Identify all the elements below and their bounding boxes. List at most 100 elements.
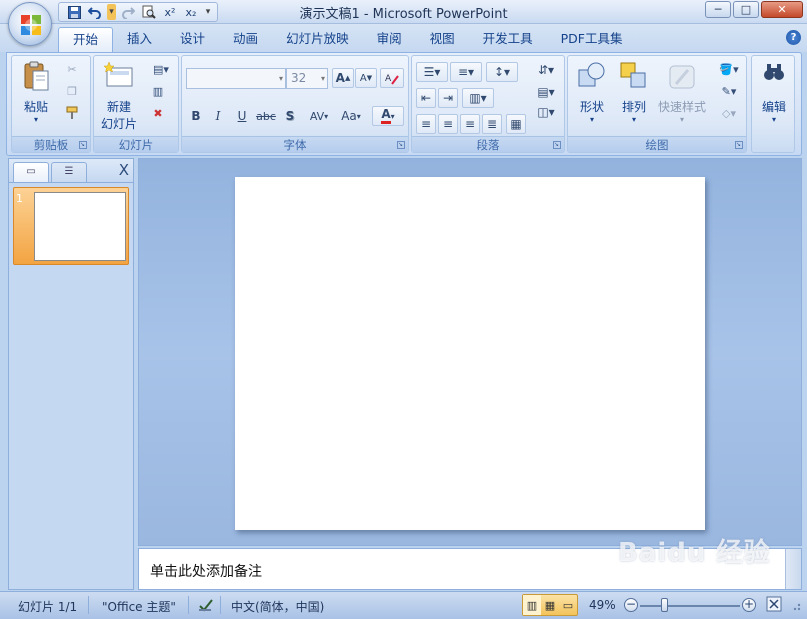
paragraph-launcher-icon[interactable]: ↘: [553, 141, 561, 149]
font-size-combo[interactable]: 32 ▾: [286, 68, 328, 89]
underline-button[interactable]: U: [232, 106, 252, 126]
grow-font-button[interactable]: A ▲: [332, 68, 354, 88]
new-slide-label-2: 幻灯片: [100, 117, 137, 131]
customize-qat-button[interactable]: ▾: [203, 4, 213, 20]
find-binoculars-icon: [764, 64, 784, 80]
tab-pdf-tools[interactable]: PDF工具集: [547, 27, 637, 52]
shapes-button[interactable]: 形状 ▾: [572, 60, 612, 124]
reset-slide-icon[interactable]: ▥: [148, 82, 168, 100]
help-icon[interactable]: ?: [786, 30, 801, 45]
tab-slideshow[interactable]: 幻灯片放映: [272, 27, 363, 52]
distribute-icon[interactable]: ▦: [506, 114, 526, 134]
notes-scrollbar[interactable]: [785, 549, 801, 589]
zoom-out-button[interactable]: −: [624, 598, 638, 612]
font-color-button[interactable]: A ▾: [372, 106, 404, 126]
quick-styles-button[interactable]: 快速样式 ▾: [656, 60, 708, 124]
decrease-indent-icon[interactable]: ⇤: [416, 88, 436, 108]
columns-icon[interactable]: ▥▾: [462, 88, 494, 108]
justify-icon[interactable]: ≣: [482, 114, 502, 134]
minimize-button[interactable]: ─: [705, 1, 731, 18]
delete-slide-icon[interactable]: ✖: [148, 104, 168, 122]
zoom-slider-track[interactable]: [640, 605, 740, 607]
numbering-icon[interactable]: ≡▾: [450, 62, 482, 82]
shrink-font-button[interactable]: A ▼: [355, 68, 377, 88]
status-language[interactable]: 中文(简体，中国): [231, 598, 324, 615]
slide-thumbnail[interactable]: [34, 192, 126, 261]
normal-view-icon[interactable]: ▥: [523, 595, 541, 615]
character-spacing-button[interactable]: AV ▾: [304, 106, 334, 126]
clear-formatting-icon[interactable]: A: [380, 68, 404, 88]
text-shadow-button[interactable]: S: [280, 106, 300, 126]
font-name-combo[interactable]: ▾: [186, 68, 286, 89]
slideshow-view-icon[interactable]: ▭: [559, 595, 577, 615]
format-painter-icon[interactable]: [62, 104, 82, 122]
arrange-button[interactable]: 排列 ▾: [614, 60, 654, 124]
slide-sorter-view-icon[interactable]: ▦: [541, 595, 559, 615]
zoom-in-button[interactable]: +: [742, 598, 756, 612]
align-text-icon[interactable]: ▤▾: [532, 82, 560, 102]
align-left-icon[interactable]: ≡: [416, 114, 436, 134]
align-center-icon[interactable]: ≡: [438, 114, 458, 134]
editing-dropdown-arrow: ▾: [771, 115, 776, 124]
change-case-button[interactable]: Aa ▾: [336, 106, 366, 126]
paste-dropdown-arrow: ▾: [33, 115, 38, 124]
slide-canvas[interactable]: [235, 177, 705, 530]
svg-text:A: A: [385, 74, 392, 84]
status-theme: "Office 主题": [102, 600, 176, 614]
undo-icon[interactable]: [86, 4, 104, 20]
tab-insert[interactable]: 插入: [113, 27, 166, 52]
strikethrough-button[interactable]: abc: [254, 106, 278, 126]
bold-button[interactable]: B: [186, 106, 206, 126]
undo-dropdown[interactable]: ▾: [107, 4, 116, 20]
paste-icon: [24, 61, 49, 91]
subscript-button[interactable]: x₂: [182, 4, 200, 20]
font-launcher-icon[interactable]: ↘: [397, 141, 405, 149]
slides-tab-icon[interactable]: ▭: [13, 162, 49, 182]
outline-tab-icon[interactable]: ☰: [51, 162, 87, 182]
paste-button[interactable]: 粘贴 ▾: [18, 60, 54, 124]
resize-grip-icon[interactable]: [790, 596, 802, 615]
slides-group: 新建 幻灯片 ▤▾ ▥ ✖ 幻灯片: [93, 55, 179, 153]
drawing-launcher-icon[interactable]: ↘: [735, 141, 743, 149]
tab-design[interactable]: 设计: [166, 27, 219, 52]
spell-check-icon[interactable]: [198, 598, 214, 615]
tab-review[interactable]: 审阅: [363, 27, 416, 52]
shape-effects-icon[interactable]: ◇▾: [716, 104, 742, 122]
italic-button[interactable]: I: [208, 106, 228, 126]
superscript-button[interactable]: x²: [161, 4, 179, 20]
close-button[interactable]: ✕: [761, 1, 803, 18]
cut-icon[interactable]: ✂: [62, 60, 82, 78]
text-direction-icon[interactable]: ⇵▾: [532, 60, 560, 80]
paragraph-group-label: 段落: [412, 136, 564, 152]
bullets-icon[interactable]: ☰▾: [416, 62, 448, 82]
copy-icon[interactable]: ❐: [62, 82, 82, 100]
line-spacing-icon[interactable]: ↕▾: [486, 62, 518, 82]
print-preview-icon[interactable]: [140, 4, 158, 20]
align-right-icon[interactable]: ≡: [460, 114, 480, 134]
tab-home[interactable]: 开始: [58, 27, 114, 52]
save-icon[interactable]: [65, 4, 83, 20]
clipboard-launcher-icon[interactable]: ↘: [79, 141, 87, 149]
zoom-slider-thumb[interactable]: [661, 598, 668, 612]
pane-close-icon[interactable]: X: [119, 161, 129, 179]
tab-animations[interactable]: 动画: [219, 27, 272, 52]
tab-view[interactable]: 视图: [416, 27, 469, 52]
tab-developer[interactable]: 开发工具: [469, 27, 547, 52]
zoom-level[interactable]: 49%: [589, 598, 616, 612]
editing-button[interactable]: 编辑 ▾: [754, 60, 794, 124]
smartart-icon[interactable]: ◫▾: [532, 102, 560, 122]
increase-indent-icon[interactable]: ⇥: [438, 88, 458, 108]
new-slide-label-1: 新建: [106, 100, 131, 114]
office-button[interactable]: [8, 2, 52, 46]
redo-icon[interactable]: [119, 4, 137, 20]
maximize-button[interactable]: □: [733, 1, 759, 18]
drawing-group: 形状 ▾ 排列 ▾ 快速样式 ▾ 🪣▾ ✎▾ ◇▾ 绘图 ↘: [567, 55, 747, 153]
shape-fill-icon[interactable]: 🪣▾: [716, 60, 742, 78]
slide-number: 1: [16, 192, 23, 205]
shape-outline-icon[interactable]: ✎▾: [716, 82, 742, 100]
status-bar: 幻灯片 1/1 "Office 主题" 中文(简体，中国) ▥ ▦ ▭ 49% …: [0, 591, 807, 619]
layout-icon[interactable]: ▤▾: [148, 60, 174, 78]
fit-to-window-icon[interactable]: [766, 596, 782, 615]
new-slide-button[interactable]: 新建 幻灯片: [96, 60, 142, 132]
slide-thumbnail-selected[interactable]: 1: [13, 187, 129, 265]
